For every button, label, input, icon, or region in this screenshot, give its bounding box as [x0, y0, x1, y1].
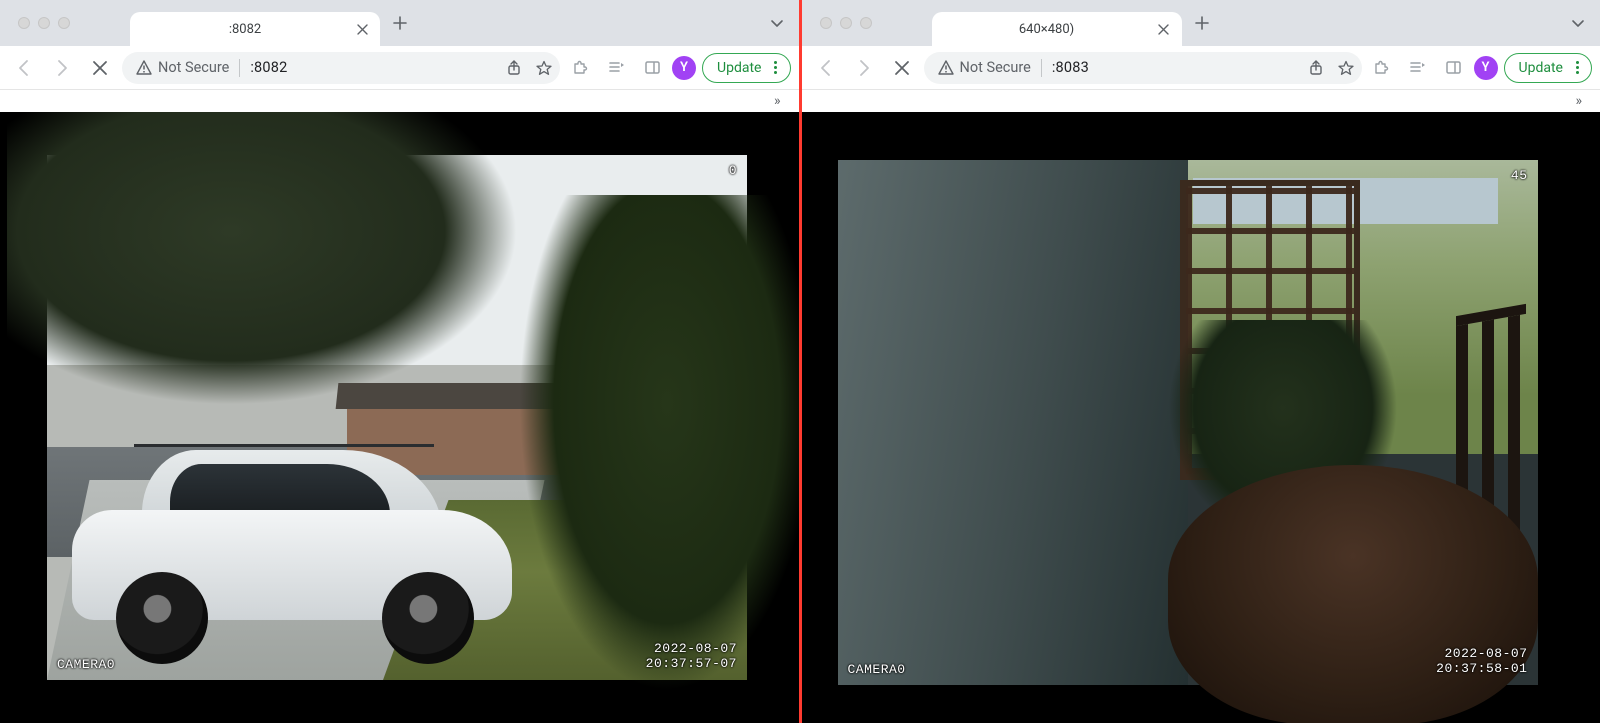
avatar-initial: Y: [1482, 60, 1490, 75]
bookmarks-overflow-chevron-icon[interactable]: »: [1575, 93, 1582, 109]
tab-title: 640×480): [946, 22, 1148, 37]
tab-search-dropdown-icon[interactable]: [1564, 9, 1592, 37]
camera-stream[interactable]: 0 CAMERA0 2022-08-07 20:37:57-07: [47, 155, 747, 680]
side-panel-icon[interactable]: [638, 54, 666, 82]
profile-avatar[interactable]: Y: [672, 56, 696, 80]
tab-close-icon[interactable]: [354, 21, 370, 37]
camera-scene: [838, 160, 1538, 685]
url-text: :8083: [1052, 59, 1298, 76]
reading-list-icon[interactable]: [1404, 54, 1432, 82]
side-panel-icon[interactable]: [1440, 54, 1468, 82]
camera-overlay-timestamp: 2022-08-07 20:37:57-07: [646, 641, 737, 672]
url-text: :8082: [250, 59, 496, 76]
camera-overlay-label: CAMERA0: [848, 662, 906, 677]
bookmarks-overflow-bar: »: [802, 90, 1600, 112]
browser-toolbar: Not Secure :8083: [802, 46, 1600, 90]
tab-search-dropdown-icon[interactable]: [763, 9, 791, 37]
browser-tab[interactable]: 640×480): [932, 12, 1182, 46]
update-button[interactable]: Update: [1504, 53, 1592, 83]
bookmark-star-icon[interactable]: [536, 60, 552, 76]
browser-toolbar: Not Secure :8082: [0, 46, 799, 90]
camera-stream[interactable]: 45 CAMERA0 2022-08-07 20:37:58-01: [838, 160, 1538, 685]
camera-overlay-timestamp: 2022-08-07 20:37:58-01: [1436, 646, 1527, 677]
browser-window-left: :8082 Not Secure :8082: [0, 0, 799, 723]
not-secure-icon: [938, 60, 954, 76]
omnibox-separator: [239, 59, 240, 77]
bookmarks-overflow-chevron-icon[interactable]: »: [774, 93, 781, 109]
page-content: 0 CAMERA0 2022-08-07 20:37:57-07: [0, 112, 799, 723]
update-label: Update: [1519, 60, 1563, 76]
new-tab-button[interactable]: [386, 9, 414, 37]
extension-icons: [1368, 54, 1468, 82]
menu-dots-icon[interactable]: [768, 61, 784, 74]
window-traffic-lights: [18, 17, 70, 29]
forward-button[interactable]: [46, 52, 78, 84]
bookmark-star-icon[interactable]: [1338, 60, 1354, 76]
back-button[interactable]: [8, 52, 40, 84]
forward-button[interactable]: [848, 52, 880, 84]
browser-window-right: 640×480) Not Secure :8083: [802, 0, 1600, 723]
camera-overlay-topright: 45: [1511, 168, 1528, 183]
bookmarks-overflow-bar: »: [0, 90, 799, 112]
reading-list-icon[interactable]: [602, 54, 630, 82]
traffic-close[interactable]: [820, 17, 832, 29]
traffic-minimize[interactable]: [38, 17, 50, 29]
extension-icons: [566, 54, 666, 82]
profile-avatar[interactable]: Y: [1474, 56, 1498, 80]
traffic-close[interactable]: [18, 17, 30, 29]
update-label: Update: [717, 60, 761, 76]
address-bar[interactable]: Not Secure :8082: [122, 52, 560, 84]
reload-button[interactable]: [84, 52, 116, 84]
tab-close-icon[interactable]: [1156, 21, 1172, 37]
tab-strip: :8082: [0, 0, 799, 46]
not-secure-icon: [136, 60, 152, 76]
camera-overlay-label: CAMERA0: [57, 657, 115, 672]
browser-tab[interactable]: :8082: [130, 12, 380, 46]
camera-scene: [47, 155, 747, 680]
back-button[interactable]: [810, 52, 842, 84]
traffic-minimize[interactable]: [840, 17, 852, 29]
reload-button[interactable]: [886, 52, 918, 84]
window-traffic-lights: [820, 17, 872, 29]
car-in-driveway: [72, 420, 542, 660]
page-content: 45 CAMERA0 2022-08-07 20:37:58-01: [802, 112, 1600, 723]
tab-title: :8082: [144, 22, 346, 37]
camera-overlay-topright: 0: [729, 163, 737, 178]
avatar-initial: Y: [680, 60, 688, 75]
share-icon[interactable]: [506, 60, 522, 76]
omnibox-separator: [1041, 59, 1042, 77]
security-indicator[interactable]: Not Secure: [938, 59, 1031, 76]
security-label: Not Secure: [960, 59, 1031, 76]
tab-strip: 640×480): [802, 0, 1600, 46]
traffic-zoom[interactable]: [58, 17, 70, 29]
security-indicator[interactable]: Not Secure: [136, 59, 229, 76]
security-label: Not Secure: [158, 59, 229, 76]
share-icon[interactable]: [1308, 60, 1324, 76]
extensions-puzzle-icon[interactable]: [566, 54, 594, 82]
address-bar[interactable]: Not Secure :8083: [924, 52, 1362, 84]
traffic-zoom[interactable]: [860, 17, 872, 29]
update-button[interactable]: Update: [702, 53, 790, 83]
menu-dots-icon[interactable]: [1569, 61, 1585, 74]
extensions-puzzle-icon[interactable]: [1368, 54, 1396, 82]
new-tab-button[interactable]: [1188, 9, 1216, 37]
